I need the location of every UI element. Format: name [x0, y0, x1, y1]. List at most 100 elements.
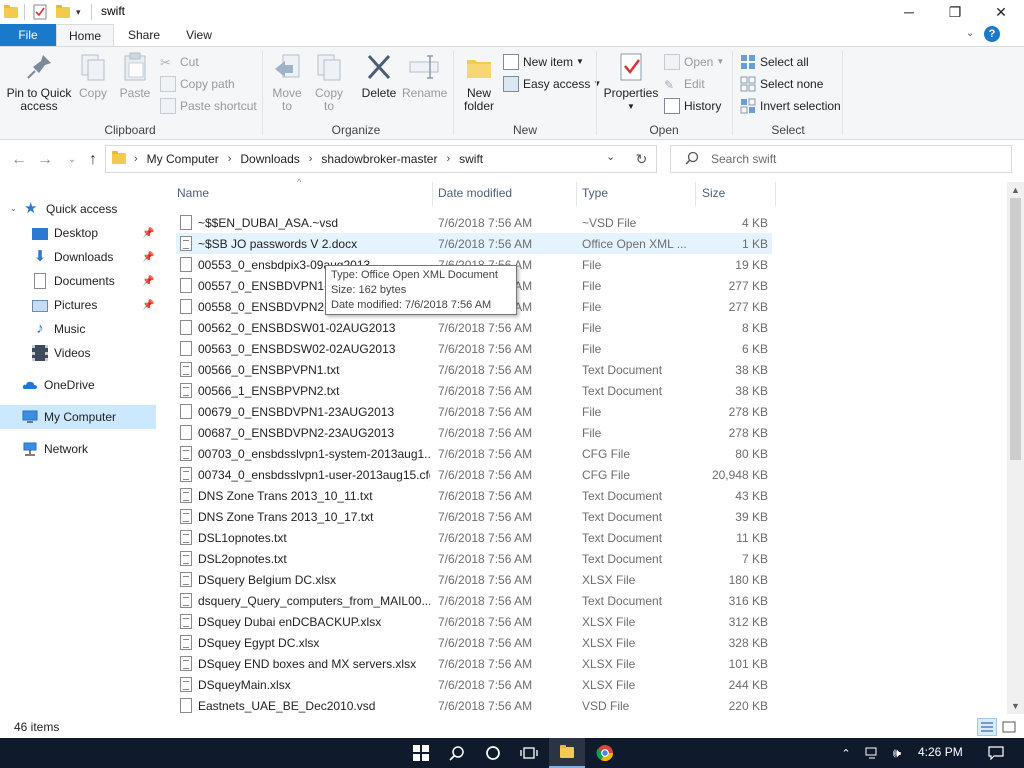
open-button[interactable]: Open ▼ — [664, 53, 724, 71]
easy-access-button[interactable]: Easy access ▼ — [503, 75, 601, 93]
copy-to-button[interactable]: Copy to — [310, 51, 348, 113]
column-header-type[interactable]: Type — [582, 186, 608, 204]
refresh-button[interactable]: ↻ — [627, 145, 657, 173]
copy-button[interactable]: Copy — [76, 51, 110, 100]
edit-button[interactable]: ✎ Edit — [664, 75, 705, 93]
rename-button[interactable]: Rename — [402, 51, 447, 100]
column-divider[interactable] — [695, 182, 696, 206]
tab-share[interactable]: Share — [118, 24, 170, 46]
nav-item-pictures[interactable]: Pictures — [32, 294, 97, 316]
nav-onedrive[interactable]: OneDrive — [22, 374, 95, 396]
table-row[interactable]: ~$SB JO passwords V 2.docx 7/6/2018 7:56 … — [176, 233, 772, 254]
chrome-icon[interactable] — [587, 738, 623, 768]
table-row[interactable]: 00566_1_ENSBPVPN2.txt 7/6/2018 7:56 AM Tex… — [176, 380, 772, 401]
windows-start-icon[interactable] — [403, 738, 439, 768]
breadcrumb-downloads[interactable]: Downloads — [240, 152, 299, 166]
back-button[interactable]: ← — [9, 150, 29, 170]
address-bar[interactable]: › My Computer › Downloads › shadowbroker… — [105, 145, 657, 173]
search-input[interactable]: Search swift — [670, 145, 1012, 173]
pin-icon[interactable]: 📌 — [142, 276, 154, 287]
nav-quick-access[interactable]: ⌄ ★ Quick access — [10, 198, 117, 220]
column-divider[interactable] — [432, 182, 433, 206]
breadcrumb-my-computer[interactable]: My Computer — [147, 152, 219, 166]
chevron-down-icon[interactable]: ▾ — [76, 4, 81, 20]
taskbar-clock[interactable]: 4:26 PM — [918, 745, 963, 759]
table-row[interactable]: 00679_0_ENSBDVPN1-23AUG2013 7/6/2018 7:56… — [176, 401, 772, 422]
close-button[interactable]: ✕ — [978, 0, 1024, 24]
pin-icon[interactable]: 📌 — [142, 228, 154, 239]
nav-item-desktop[interactable]: Desktop — [32, 222, 98, 244]
properties-check-icon[interactable] — [33, 4, 47, 20]
pin-icon[interactable]: 📌 — [142, 252, 154, 263]
table-row[interactable]: DSL1opnotes.txt 7/6/2018 7:56 AM Text Docu… — [176, 527, 772, 548]
column-divider[interactable] — [775, 182, 776, 206]
history-button[interactable]: History — [664, 97, 721, 115]
pin-to-quick-access-button[interactable]: Pin to Quick access — [4, 51, 74, 113]
expand-ribbon-icon[interactable]: ⌄ — [966, 28, 974, 39]
new-folder-quick-icon[interactable] — [56, 4, 70, 20]
large-icons-view-button[interactable] — [999, 718, 1019, 736]
nav-item-music[interactable]: ♪ Music — [32, 318, 85, 340]
chevron-right-icon[interactable]: › — [228, 153, 232, 165]
breadcrumb-shadowbroker-master[interactable]: shadowbroker-master — [321, 152, 437, 166]
chevron-right-icon[interactable]: › — [134, 153, 138, 165]
task-view-icon[interactable] — [511, 738, 547, 768]
scroll-down-arrow[interactable]: ▼ — [1007, 698, 1024, 714]
column-header-date[interactable]: Date modified — [438, 186, 512, 204]
chevron-right-icon[interactable]: › — [309, 153, 313, 165]
delete-button[interactable]: Delete — [358, 51, 400, 100]
folder-icon[interactable] — [4, 4, 18, 20]
paste-shortcut-button[interactable]: Paste shortcut — [160, 97, 257, 115]
new-item-button[interactable]: New item ▼ — [503, 53, 584, 71]
new-folder-button[interactable]: New folder — [460, 51, 498, 113]
search-icon[interactable] — [439, 738, 475, 768]
table-row[interactable]: Eastnets_UAE_BE_Dec2010.vsd 7/6/2018 7:56… — [176, 695, 772, 716]
table-row[interactable]: 00566_0_ENSBPVPN1.txt 7/6/2018 7:56 AM Tex… — [176, 359, 772, 380]
table-row[interactable]: ~$$EN_DUBAI_ASA.~vsd 7/6/2018 7:56 AM ~VSD… — [176, 212, 772, 233]
column-header-name[interactable]: Name — [177, 186, 209, 204]
nav-item-videos[interactable]: Videos — [32, 342, 90, 364]
table-row[interactable]: DSquey END boxes and MX servers.xlsx 7/6/… — [176, 653, 772, 674]
table-row[interactable]: dsquery_Query_computers_from_MAIL00... 7/… — [176, 590, 772, 611]
forward-button[interactable]: → — [35, 150, 55, 170]
table-row[interactable]: DNS Zone Trans 2013_10_11.txt 7/6/2018 7:… — [176, 485, 772, 506]
properties-button[interactable]: Properties ▼ — [602, 51, 660, 113]
table-row[interactable]: DSL2opnotes.txt 7/6/2018 7:56 AM Text Docu… — [176, 548, 772, 569]
breadcrumb-swift[interactable]: swift — [459, 152, 483, 166]
tab-view[interactable]: View — [174, 24, 224, 46]
copy-path-button[interactable]: Copy path — [160, 75, 235, 93]
chevron-right-icon[interactable]: › — [446, 153, 450, 165]
select-none-button[interactable]: Select none — [740, 75, 823, 93]
column-header-size[interactable]: Size — [702, 186, 725, 204]
vertical-scrollbar[interactable]: ▲ ▼ — [1007, 182, 1024, 714]
move-to-button[interactable]: Move to — [268, 51, 306, 113]
table-row[interactable]: DSquery Belgium DC.xlsx 7/6/2018 7:56 AM X… — [176, 569, 772, 590]
table-row[interactable]: 00734_0_ensbdsslvpn1-user-2013aug15.cfg 7… — [176, 464, 772, 485]
tab-home[interactable]: Home — [56, 24, 114, 47]
scroll-up-arrow[interactable]: ▲ — [1007, 182, 1024, 198]
table-row[interactable]: DSqueyMain.xlsx 7/6/2018 7:56 AM XLSX File… — [176, 674, 772, 695]
chevron-down-icon[interactable]: ⌄ — [10, 198, 24, 220]
volume-icon[interactable]: 🕪 — [886, 738, 908, 768]
table-row[interactable]: DSquey Dubai enDCBACKUP.xlsx 7/6/2018 7:5… — [176, 611, 772, 632]
scrollbar-thumb[interactable] — [1010, 198, 1021, 460]
paste-button[interactable]: Paste — [116, 51, 154, 100]
up-button[interactable]: ↑ — [83, 150, 103, 170]
cut-button[interactable]: ✂ Cut — [160, 53, 199, 71]
table-row[interactable]: 00687_0_ENSBDVPN2-23AUG2013 7/6/2018 7:56… — [176, 422, 772, 443]
table-row[interactable]: 00703_0_ensbdsslvpn1-system-2013aug1... 7… — [176, 443, 772, 464]
file-explorer-icon[interactable] — [549, 738, 585, 768]
help-icon[interactable]: ? — [984, 26, 1000, 42]
details-view-button[interactable] — [977, 718, 997, 736]
nav-item-documents[interactable]: Documents — [32, 270, 115, 292]
minimize-button[interactable]: ─ — [886, 0, 932, 24]
table-row[interactable]: 00563_0_ENSBDSW02-02AUG2013 7/6/2018 7:56… — [176, 338, 772, 359]
chevron-down-icon[interactable]: ⌄ — [606, 150, 615, 163]
nav-network[interactable]: Network — [22, 438, 88, 460]
select-all-button[interactable]: Select all — [740, 53, 809, 71]
table-row[interactable]: DSquey Egypt DC.xlsx 7/6/2018 7:56 AM XLSX… — [176, 632, 772, 653]
column-divider[interactable] — [576, 182, 577, 206]
network-tray-icon[interactable] — [862, 738, 884, 768]
invert-selection-button[interactable]: Invert selection — [740, 97, 841, 115]
nav-my-computer[interactable]: My Computer — [22, 406, 116, 428]
